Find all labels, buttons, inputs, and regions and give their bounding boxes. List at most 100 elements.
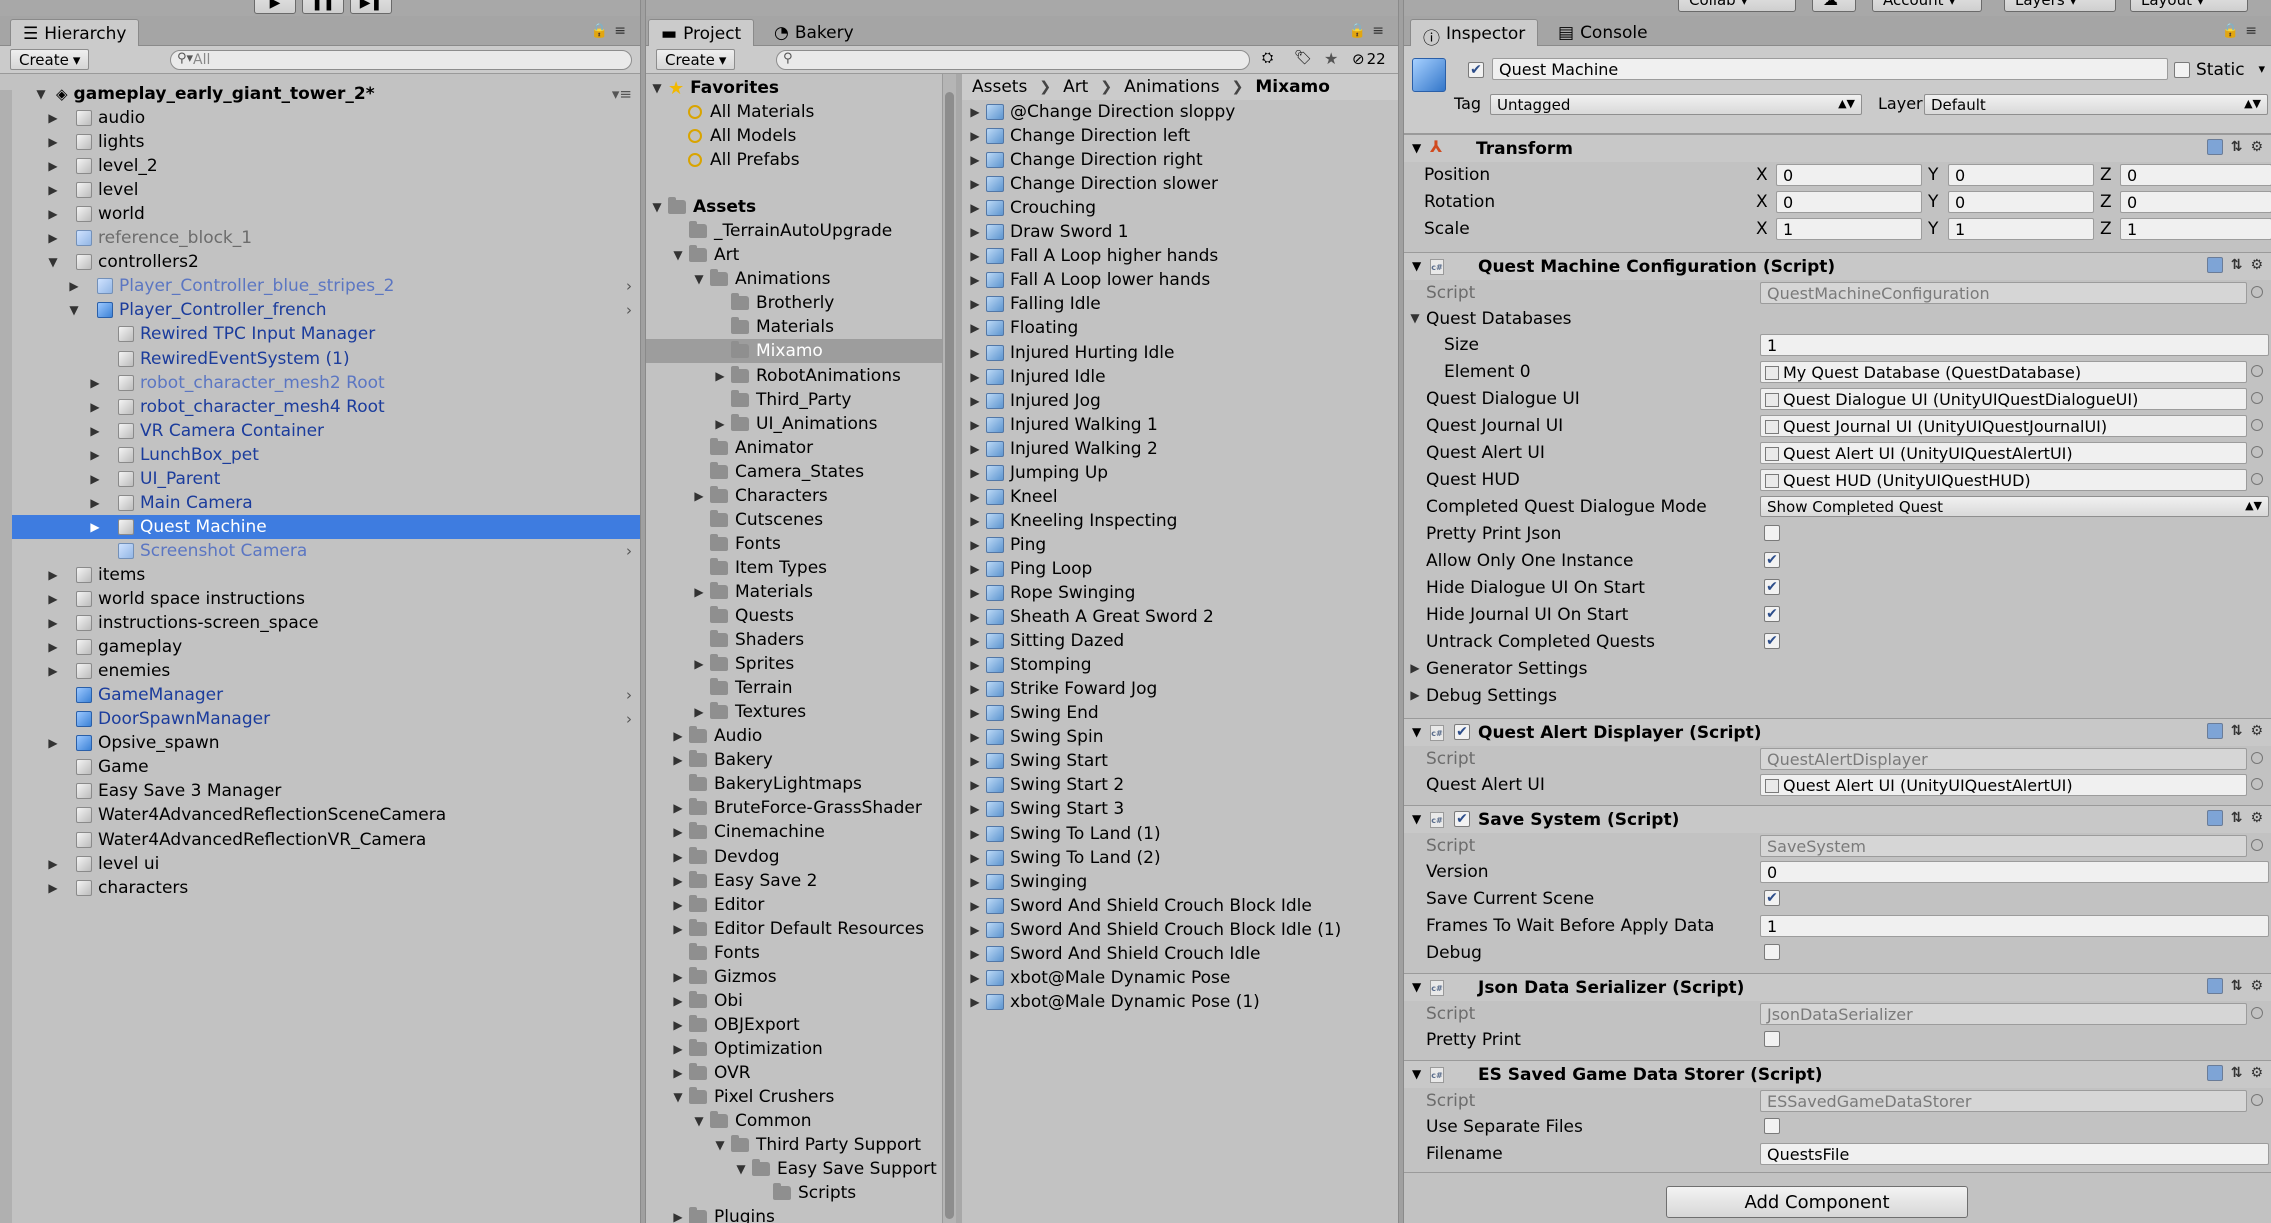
favorite-item[interactable]: All Prefabs	[646, 148, 942, 172]
transform-scl-z-field[interactable]: 1	[2120, 218, 2271, 240]
fold-right-icon[interactable]: ▶	[46, 664, 60, 678]
folder-row[interactable]: Terrain	[646, 676, 942, 700]
favorites-row[interactable]: ▼ ★ Favorites	[646, 76, 942, 100]
help-book-icon[interactable]	[2206, 723, 2223, 739]
hidden-packages-toggle[interactable]: ⊘ 22	[1352, 50, 1386, 68]
asset-row[interactable]: ▶ Sword And Shield Crouch Block Idle (1)	[962, 918, 1398, 942]
fold-right-icon[interactable]: ▶	[968, 658, 982, 672]
asset-row[interactable]: ▶ Swing Spin	[962, 725, 1398, 749]
hierarchy-row[interactable]: ▶ robot_character_mesh2 Root	[0, 371, 640, 395]
object-picker-icon[interactable]	[2251, 1094, 2263, 1106]
asset-row[interactable]: ▶ xbot@Male Dynamic Pose (1)	[962, 990, 1398, 1014]
fold-down-icon[interactable]: ▼	[650, 81, 664, 95]
folder-row[interactable]: ▶ Plugins	[646, 1205, 942, 1223]
static-checkbox[interactable]	[2174, 62, 2190, 78]
fold-down-icon[interactable]: ▼	[1412, 980, 1421, 994]
asset-row[interactable]: ▶ Strike Foward Jog	[962, 677, 1398, 701]
object-picker-icon[interactable]	[2251, 839, 2263, 851]
asset-row[interactable]: ▶ Jumping Up	[962, 461, 1398, 485]
fold-right-icon[interactable]: ▶	[671, 729, 685, 743]
folder-row[interactable]: ▶ Cinemachine	[646, 820, 942, 844]
alert-ui-field[interactable]: Quest Alert UI (UnityUIQuestAlertUI)	[1760, 774, 2247, 796]
pause-button[interactable]: ❚❚	[302, 0, 344, 14]
fold-right-icon[interactable]: ▶	[968, 321, 982, 335]
fold-right-icon[interactable]: ▶	[713, 417, 727, 431]
filter-type-icon[interactable]: ⛭	[1262, 50, 1273, 66]
hierarchy-tab-icons[interactable]: 🔒≡	[591, 23, 632, 39]
hierarchy-row[interactable]: ▶ instructions-screen_space	[0, 611, 640, 635]
preset-icon[interactable]: ⇅	[2231, 1065, 2243, 1081]
folder-row[interactable]: ▶ Editor Default Resources	[646, 917, 942, 941]
fold-right-icon[interactable]: ▶	[968, 466, 982, 480]
hierarchy-row[interactable]: ▶ Main Camera	[0, 491, 640, 515]
hierarchy-row[interactable]: Easy Save 3 Manager	[0, 779, 640, 803]
object-name-field[interactable]: Quest Machine	[1492, 58, 2168, 80]
fold-right-icon[interactable]: ▶	[968, 995, 982, 1009]
folder-row[interactable]: ▶ Optimization	[646, 1037, 942, 1061]
hierarchy-row[interactable]: ▶ level ui	[0, 852, 640, 876]
gear-icon[interactable]: ⚙	[2250, 257, 2263, 273]
fold-down-icon[interactable]: ▼	[1412, 141, 1421, 155]
folder-row[interactable]: ▼ Common	[646, 1109, 942, 1133]
folder-row[interactable]: Third_Party	[646, 388, 942, 412]
fold-right-icon[interactable]: ▶	[671, 874, 685, 888]
fold-right-icon[interactable]: ▶	[692, 657, 706, 671]
folder-row[interactable]: ▼ Assets	[646, 195, 942, 219]
fold-right-icon[interactable]: ▶	[968, 249, 982, 263]
debug-checkbox[interactable]	[1764, 944, 1780, 960]
asset-row[interactable]: ▶ Floating	[962, 316, 1398, 340]
hierarchy-row[interactable]: Water4AdvancedReflectionVR_Camera	[0, 828, 640, 852]
fold-down-icon[interactable]: ▼	[34, 87, 48, 101]
asset-row[interactable]: ▶ Ping	[962, 533, 1398, 557]
fold-right-icon[interactable]: ▶	[46, 857, 60, 871]
journal-ui-field[interactable]: Quest Journal UI (UnityUIQuestJournalUI)	[1760, 415, 2247, 437]
asset-row[interactable]: ▶ Fall A Loop lower hands	[962, 268, 1398, 292]
static-dropdown-arrow[interactable]: ▾	[2258, 62, 2265, 77]
asset-row[interactable]: ▶ Change Direction left	[962, 124, 1398, 148]
fold-right-icon[interactable]: ▶	[968, 706, 982, 720]
object-picker-icon[interactable]	[2251, 1007, 2263, 1019]
fold-right-icon[interactable]: ▶	[46, 616, 60, 630]
allow-checkbox[interactable]: ✔	[1764, 552, 1780, 568]
prefab-open-chevron-icon[interactable]: ›	[626, 710, 632, 728]
hierarchy-row[interactable]: ▶ Opsive_spawn	[0, 731, 640, 755]
asset-row[interactable]: ▶ Sitting Dazed	[962, 629, 1398, 653]
tab-hierarchy[interactable]: ☰ Hierarchy	[10, 19, 140, 46]
fold-right-icon[interactable]: ▶	[46, 736, 60, 750]
fold-right-icon[interactable]: ▶	[968, 875, 982, 889]
folder-row[interactable]: ▼ Animations	[646, 267, 942, 291]
preset-icon[interactable]: ⇅	[2231, 810, 2243, 826]
fold-right-icon[interactable]: ▶	[968, 971, 982, 985]
folder-row[interactable]: ▶ Sprites	[646, 652, 942, 676]
hierarchy-row[interactable]: ▶ VR Camera Container	[0, 419, 640, 443]
size-field[interactable]: 1	[1760, 334, 2269, 356]
fold-right-icon[interactable]: ▶	[671, 850, 685, 864]
fold-right-icon[interactable]: ▶	[46, 111, 60, 125]
breadcrumb-item[interactable]: Animations	[1124, 77, 1220, 97]
fold-right-icon[interactable]: ▶	[968, 514, 982, 528]
fold-right-icon[interactable]: ▶	[671, 898, 685, 912]
folder-row[interactable]: ▶ Easy Save 2	[646, 869, 942, 893]
fold-right-icon[interactable]: ▶	[968, 851, 982, 865]
fold-right-icon[interactable]: ▶	[88, 376, 102, 390]
asset-row[interactable]: ▶ Injured Walking 1	[962, 413, 1398, 437]
script-field[interactable]: QuestMachineConfiguration	[1760, 282, 2247, 304]
completed-mode-dropdown[interactable]: Show Completed Quest ▲▼	[1760, 496, 2269, 517]
asset-row[interactable]: ▶ Sheath A Great Sword 2	[962, 605, 1398, 629]
fold-right-icon[interactable]: ▶	[671, 1042, 685, 1056]
folder-row[interactable]: ▶ RobotAnimations	[646, 364, 942, 388]
object-picker-icon[interactable]	[2251, 365, 2263, 377]
help-book-icon[interactable]	[2206, 1065, 2223, 1081]
hierarchy-row[interactable]: ▶ robot_character_mesh4 Root	[0, 395, 640, 419]
hierarchy-row[interactable]: ▶ LunchBox_pet	[0, 443, 640, 467]
filter-label-icon[interactable]: 🏷	[1294, 50, 1312, 66]
prefab-open-chevron-icon[interactable]: ›	[626, 301, 632, 319]
fold-right-icon[interactable]: ▶	[968, 418, 982, 432]
folder-row[interactable]: Scripts	[646, 1181, 942, 1205]
hierarchy-row[interactable]: ▶ items	[0, 563, 640, 587]
fold-down-icon[interactable]: ▼	[692, 1114, 706, 1128]
asset-row[interactable]: ▶ Sword And Shield Crouch Block Idle	[962, 894, 1398, 918]
transform-rot-z-field[interactable]: 0	[2120, 191, 2271, 213]
folder-row[interactable]: ▶ Obi	[646, 989, 942, 1013]
fold-right-icon[interactable]: ▶	[968, 682, 982, 696]
